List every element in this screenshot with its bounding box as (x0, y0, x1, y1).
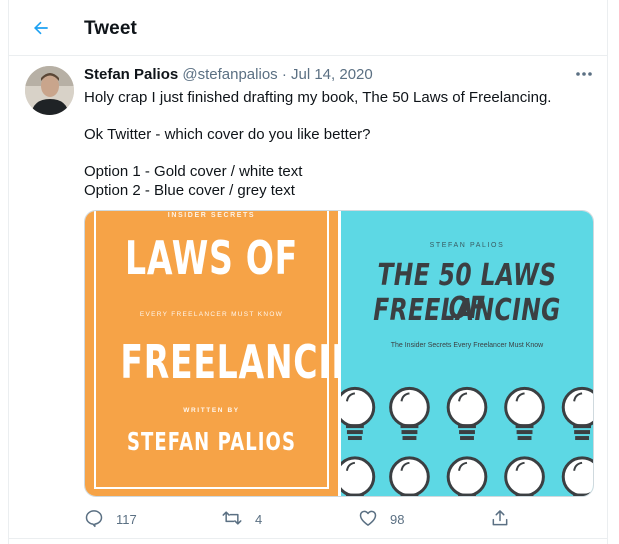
tweet-actions: 117 4 98 (84, 508, 594, 530)
like-icon (358, 508, 390, 531)
retweet-count: 4 (255, 511, 263, 527)
reply-count: 117 (116, 511, 137, 527)
cover-a-subtitle: EVERY FREELANCER MUST KNOW (139, 311, 284, 318)
cover-a-top-text: INSIDER SECRETS (167, 212, 256, 219)
avatar[interactable] (25, 66, 74, 115)
divider (8, 538, 608, 539)
tweet-author-row: Stefan Palios @stefanpalios · Jul 14, 20… (84, 66, 373, 83)
author-name[interactable]: Stefan Palios (84, 66, 178, 83)
back-arrow-icon[interactable] (29, 16, 53, 40)
lightbulb-icon (389, 386, 430, 442)
tweet-media[interactable]: INSIDER SECRETS LAWS OF EVERY FREELANCER… (84, 210, 594, 497)
lightbulb-icon (389, 456, 430, 496)
cover-b-subtitle: The Insider Secrets Every Freelancer Mus… (390, 342, 544, 349)
cover-a-title-line2: FREELANCING (120, 335, 388, 389)
lightbulb-icon (446, 456, 488, 496)
separator-dot: · (281, 66, 287, 83)
lightbulb-icon (561, 386, 593, 442)
reply-icon (84, 508, 116, 531)
like-count: 98 (390, 511, 405, 527)
tweet-line: Holy crap I just finished drafting my bo… (84, 89, 552, 106)
tweet-date[interactable]: Jul 14, 2020 (291, 66, 373, 83)
page-header: Tweet (8, 0, 608, 56)
cover-b-title-line2: FREELANCING (373, 293, 561, 328)
cover-a-title-line1: LAWS OF (124, 231, 298, 285)
tweet-line: Option 2 - Blue cover / grey text (84, 181, 295, 199)
cover-a-author: STEFAN PALIOS (127, 427, 296, 456)
cover-a-written-by: WRITTEN BY (183, 407, 240, 414)
reply-button[interactable]: 117 (84, 508, 137, 530)
like-button[interactable]: 98 (358, 508, 404, 530)
page-title: Tweet (84, 18, 137, 39)
blue-cover-image[interactable]: STEFAN PALIOS THE 50 LAWS OF FREELANCING… (341, 211, 593, 496)
lightbulb-icon (446, 386, 488, 442)
retweet-button[interactable]: 4 (221, 508, 262, 530)
lightbulb-pattern (341, 386, 593, 496)
retweet-icon (221, 508, 255, 531)
lightbulb-icon (341, 456, 376, 496)
cover-b-author: STEFAN PALIOS (429, 242, 505, 249)
tweet-line: Option 1 - Gold cover / white text (84, 163, 303, 180)
gold-cover-image[interactable]: INSIDER SECRETS LAWS OF EVERY FREELANCER… (85, 211, 388, 496)
more-icon[interactable] (574, 66, 594, 82)
share-button[interactable] (490, 508, 522, 530)
lightbulb-icon (504, 456, 545, 496)
author-handle[interactable]: @stefanpalios (182, 66, 277, 83)
lightbulb-icon (341, 386, 376, 442)
tweet-text: Holy crap I just finished drafting my bo… (84, 89, 594, 200)
lightbulb-icon (504, 386, 545, 442)
share-icon (490, 508, 522, 531)
lightbulb-icon (561, 456, 593, 496)
tweet-line: Ok Twitter - which cover do you like bet… (84, 126, 371, 143)
